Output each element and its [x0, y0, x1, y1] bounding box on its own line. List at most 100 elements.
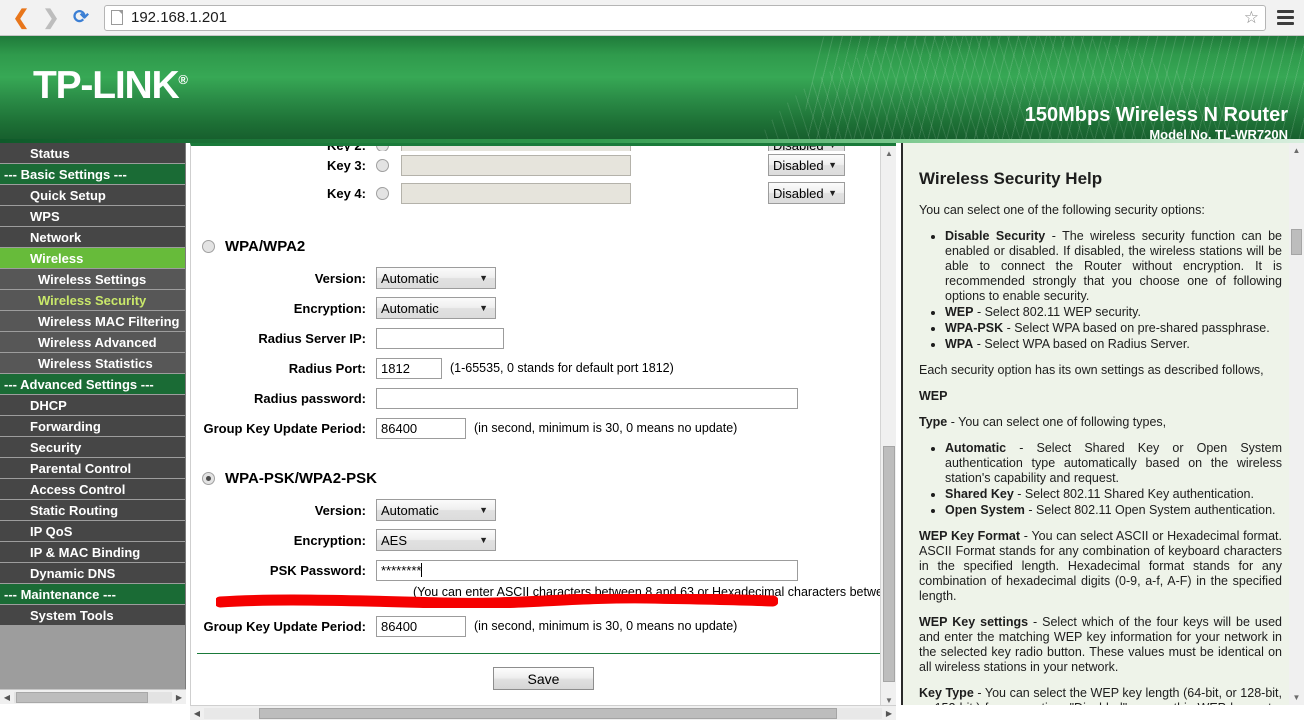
sidebar-item-wireless-settings[interactable]: Wireless Settings — [0, 269, 185, 290]
wpa-radius-password-label: Radius password: — [254, 390, 366, 406]
sidebar-item-wireless[interactable]: Wireless — [0, 248, 185, 269]
psk-password-label: PSK Password: — [269, 562, 366, 578]
save-button-wrap: Save — [191, 654, 896, 690]
wep-key4-input[interactable] — [401, 182, 631, 204]
scroll-right-arrow-icon[interactable]: ▶ — [172, 693, 186, 702]
sidebar-item-dhcp[interactable]: DHCP — [0, 395, 185, 416]
registered-mark-icon: ® — [178, 72, 189, 87]
sidebar-group-advanced-settings: --- Advanced Settings --- — [0, 374, 185, 395]
wep-key3-label: Key 3: — [326, 157, 366, 173]
wpapsk-version-select[interactable]: Automatic ▼ — [376, 499, 496, 521]
forward-arrow-icon[interactable]: ❯ — [36, 3, 66, 33]
sidebar-scroll-track[interactable] — [14, 691, 172, 703]
wpa-group-key-input[interactable] — [376, 417, 466, 439]
back-arrow-icon[interactable]: ❮ — [6, 3, 36, 33]
term-wpa-psk: WPA-PSK — [945, 321, 1004, 335]
help-title: Wireless Security Help — [919, 169, 1103, 188]
sidebar-item-dynamic-dns[interactable]: Dynamic DNS — [0, 563, 185, 584]
sidebar-item-wireless-advanced[interactable]: Wireless Advanced — [0, 332, 185, 353]
scroll-up-arrow-icon[interactable]: ▲ — [881, 146, 896, 161]
help-scroll-thumb[interactable] — [1291, 229, 1302, 255]
content-vertical-scrollbar[interactable]: ▲ ▼ — [880, 146, 896, 705]
text-wep: - Select 802.11 WEP security. — [973, 305, 1141, 319]
sidebar-scroll-thumb[interactable] — [16, 691, 148, 703]
help-scroll-up-arrow-icon[interactable]: ▲ — [1289, 143, 1304, 158]
wpapsk-radio[interactable] — [202, 471, 215, 485]
save-button[interactable]: Save — [493, 667, 594, 690]
page-scroll-right-arrow-icon[interactable]: ▶ — [882, 709, 896, 718]
wpapsk-group-key-label: Group Key Update Period: — [203, 618, 366, 634]
wpa-version-value: Automatic — [381, 270, 439, 286]
wpapsk-section-header: WPA-PSK/WPA2-PSK — [191, 461, 896, 495]
wpa-section-title: WPA/WPA2 — [225, 237, 306, 255]
sidebar-item-static-routing[interactable]: Static Routing — [0, 500, 185, 521]
content-horizontal-scrollbar[interactable]: ◀ ▶ — [190, 705, 896, 720]
help-vertical-scrollbar[interactable]: ▲ ▼ — [1289, 143, 1304, 705]
term-wpa: WPA — [945, 337, 974, 351]
wpa-encryption-label: Encryption: — [293, 300, 366, 316]
address-bar[interactable]: 192.168.1.201 ☆ — [104, 4, 1266, 31]
model-info: 150Mbps Wireless N Router Model No. TL-W… — [1025, 104, 1288, 139]
sidebar-item-parental-control[interactable]: Parental Control — [0, 458, 185, 479]
sidebar-item-wps[interactable]: WPS — [0, 206, 185, 227]
wpapsk-encryption-value: AES — [381, 532, 408, 548]
sidebar-item-ip-mac-binding[interactable]: IP & MAC Binding — [0, 542, 185, 563]
wpa-radio[interactable] — [202, 239, 215, 253]
sidebar-item-wireless-security[interactable]: Wireless Security — [0, 290, 185, 311]
text-shared-key: - Select 802.11 Shared Key authenticatio… — [1013, 487, 1254, 501]
wpapsk-encryption-select[interactable]: AES ▼ — [376, 529, 496, 551]
wpa-radius-password-input[interactable] — [376, 387, 798, 409]
sidebar-item-wireless-statistics[interactable]: Wireless Statistics — [0, 353, 185, 374]
wep-key3-input[interactable] — [401, 154, 631, 176]
text-open-system: - Select 802.11 Open System authenticati… — [1024, 503, 1276, 517]
sidebar-item-system-tools[interactable]: System Tools — [0, 605, 185, 626]
wep-key2-input[interactable] — [401, 146, 631, 151]
sidebar-item-ip-qos[interactable]: IP QoS — [0, 521, 185, 542]
chevron-down-icon: ▼ — [828, 160, 837, 170]
wpa-radius-port-input[interactable] — [376, 357, 442, 379]
content-scroll-thumb[interactable] — [883, 446, 895, 682]
wep-key4-type-select[interactable]: Disabled ▼ — [768, 182, 845, 204]
sidebar-item-quick-setup[interactable]: Quick Setup — [0, 185, 185, 206]
page-scroll-left-arrow-icon[interactable]: ◀ — [190, 709, 204, 718]
hamburger-menu-icon[interactable] — [1272, 10, 1298, 25]
chevron-down-icon: ▼ — [479, 535, 488, 545]
page-document-icon — [111, 10, 123, 25]
wpa-radius-ip-row: Radius Server IP: — [191, 323, 896, 353]
psk-password-value: ******** — [381, 562, 422, 578]
scroll-left-arrow-icon[interactable]: ◀ — [0, 693, 14, 702]
star-icon[interactable]: ☆ — [1244, 8, 1259, 28]
text-wpa: - Select WPA based on Radius Server. — [973, 337, 1190, 351]
wep-key2-type-select[interactable]: Disabled ▼ — [768, 146, 845, 151]
sidebar-item-security[interactable]: Security — [0, 437, 185, 458]
term-automatic: Automatic — [945, 441, 1007, 455]
wep-key2-radio[interactable] — [376, 146, 389, 151]
psk-password-input[interactable]: ******** — [376, 559, 798, 581]
wep-key3-type-select[interactable]: Disabled ▼ — [768, 154, 845, 176]
help-option-wep: WEP - Select 802.11 WEP security. — [945, 305, 1282, 320]
help-key-type: Key Type - You can select the WEP key le… — [919, 686, 1282, 705]
sidebar-item-wireless-mac-filtering[interactable]: Wireless MAC Filtering — [0, 311, 185, 332]
wpa-encryption-select[interactable]: Automatic ▼ — [376, 297, 496, 319]
sidebar-horizontal-scrollbar[interactable]: ◀ ▶ — [0, 689, 186, 704]
wpapsk-group-key-hint: (in second, minimum is 30, 0 means no up… — [474, 619, 738, 633]
wpapsk-version-row: Version: Automatic ▼ — [191, 495, 896, 525]
wpa-radius-ip-input[interactable] — [376, 327, 504, 349]
wep-key3-radio[interactable] — [376, 158, 389, 172]
browser-toolbar: ❮ ❯ ⟳ 192.168.1.201 ☆ — [0, 0, 1304, 36]
term-key-type: Key Type — [919, 686, 974, 700]
wpapsk-group-key-input[interactable] — [376, 615, 466, 637]
wep-key4-radio[interactable] — [376, 186, 389, 200]
page-scroll-thumb[interactable] — [259, 707, 837, 719]
page-scroll-track[interactable] — [204, 707, 882, 719]
sidebar-group-basic-settings: --- Basic Settings --- — [0, 164, 185, 185]
wpapsk-version-label: Version: — [314, 502, 366, 518]
reload-icon[interactable]: ⟳ — [66, 3, 96, 33]
wpa-version-select[interactable]: Automatic ▼ — [376, 267, 496, 289]
scroll-down-arrow-icon[interactable]: ▼ — [881, 693, 896, 705]
help-scroll-down-arrow-icon[interactable]: ▼ — [1289, 690, 1304, 705]
sidebar-item-access-control[interactable]: Access Control — [0, 479, 185, 500]
sidebar-item-status[interactable]: Status — [0, 143, 185, 164]
sidebar-item-forwarding[interactable]: Forwarding — [0, 416, 185, 437]
sidebar-item-network[interactable]: Network — [0, 227, 185, 248]
